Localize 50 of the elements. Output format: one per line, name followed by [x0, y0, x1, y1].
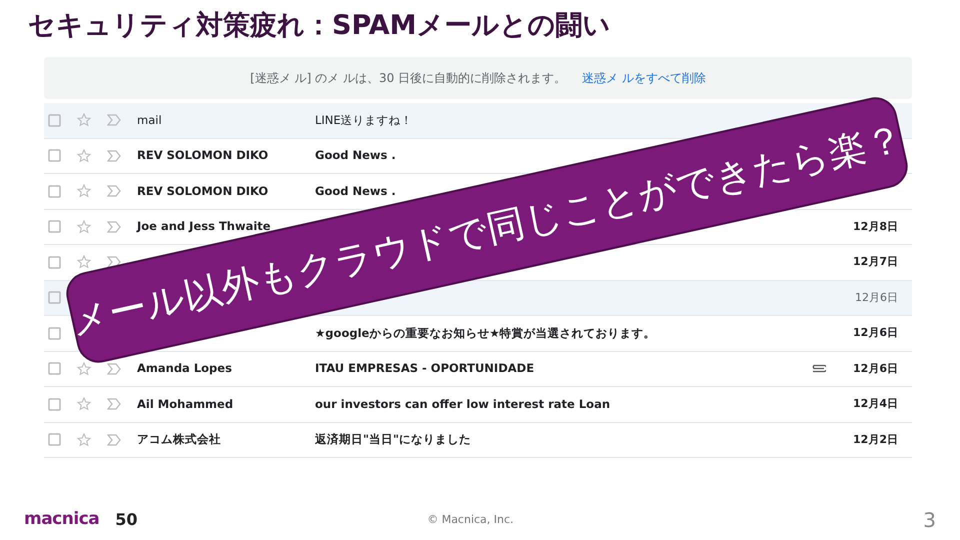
checkbox-icon[interactable] — [48, 291, 61, 304]
star-icon[interactable] — [77, 432, 91, 447]
email-date: 12月6日 — [855, 290, 898, 304]
email-date: 12月4日 — [853, 397, 898, 410]
importance-marker-icon[interactable] — [107, 150, 121, 162]
checkbox-icon[interactable] — [48, 326, 61, 340]
email-subject: Good News . — [315, 184, 396, 198]
importance-marker-icon[interactable] — [107, 362, 121, 375]
slide-title: セキュリティ対策疲れ：SPAMメールとの闘い — [27, 9, 612, 43]
email-subject: 返済期日"当日"になりました — [315, 432, 471, 446]
star-icon[interactable] — [77, 397, 91, 412]
checkbox-icon[interactable] — [48, 149, 61, 162]
checkbox-icon[interactable] — [48, 256, 61, 269]
copyright-text: © Macnica, Inc. — [426, 512, 515, 528]
checkbox-icon[interactable] — [48, 433, 61, 446]
notice-text: [迷惑メ ル] のメ ルは、30 日後に自動的に削除されます。 — [250, 70, 566, 88]
star-icon[interactable] — [77, 184, 91, 198]
checkbox-icon[interactable] — [48, 184, 61, 198]
star-icon[interactable] — [77, 113, 91, 128]
star-icon[interactable] — [77, 148, 91, 163]
email-date: 12月7日 — [853, 255, 898, 268]
importance-marker-icon[interactable] — [107, 220, 121, 233]
checkbox-icon[interactable] — [48, 220, 61, 234]
sender-name: mail — [137, 112, 162, 127]
sender-name: REV SOLOMON DIKO — [137, 148, 268, 162]
importance-marker-icon[interactable] — [107, 114, 121, 126]
email-subject: our investors can offer low interest rate Loan — [315, 396, 610, 411]
email-date: 12月6日 — [853, 326, 898, 340]
email-subject: ★googleからの重要なお知らせ★特賞が当選されております。 — [315, 326, 656, 340]
email-subject: Good News . — [315, 148, 396, 162]
importance-marker-icon[interactable] — [107, 185, 121, 198]
star-icon[interactable] — [77, 255, 91, 270]
checkbox-icon[interactable] — [48, 362, 61, 376]
anniversary-logo: 50 — [115, 509, 138, 531]
star-icon[interactable] — [77, 220, 91, 234]
star-icon[interactable] — [77, 362, 91, 376]
email-date: 12月8日 — [853, 220, 898, 233]
checkbox-icon[interactable] — [48, 398, 61, 411]
email-date: 12月2日 — [853, 432, 898, 446]
delete-all-link[interactable]: 迷惑メ ルをすべて削除 — [582, 69, 706, 88]
sender-name: Joe and Jess Thwaite — [137, 219, 271, 234]
sender-name: アコム株式会社 — [137, 432, 221, 446]
importance-marker-icon[interactable] — [107, 398, 121, 410]
sender-name: Ail Mohammed — [137, 396, 234, 411]
page-number: 3 — [923, 507, 936, 534]
checkbox-icon[interactable] — [48, 114, 61, 127]
sender-name: REV SOLOMON DIKO — [137, 184, 268, 198]
company-logo: macnica — [24, 508, 100, 532]
email-subject: LINE送りますね！ — [315, 112, 413, 127]
importance-marker-icon[interactable] — [107, 434, 121, 446]
